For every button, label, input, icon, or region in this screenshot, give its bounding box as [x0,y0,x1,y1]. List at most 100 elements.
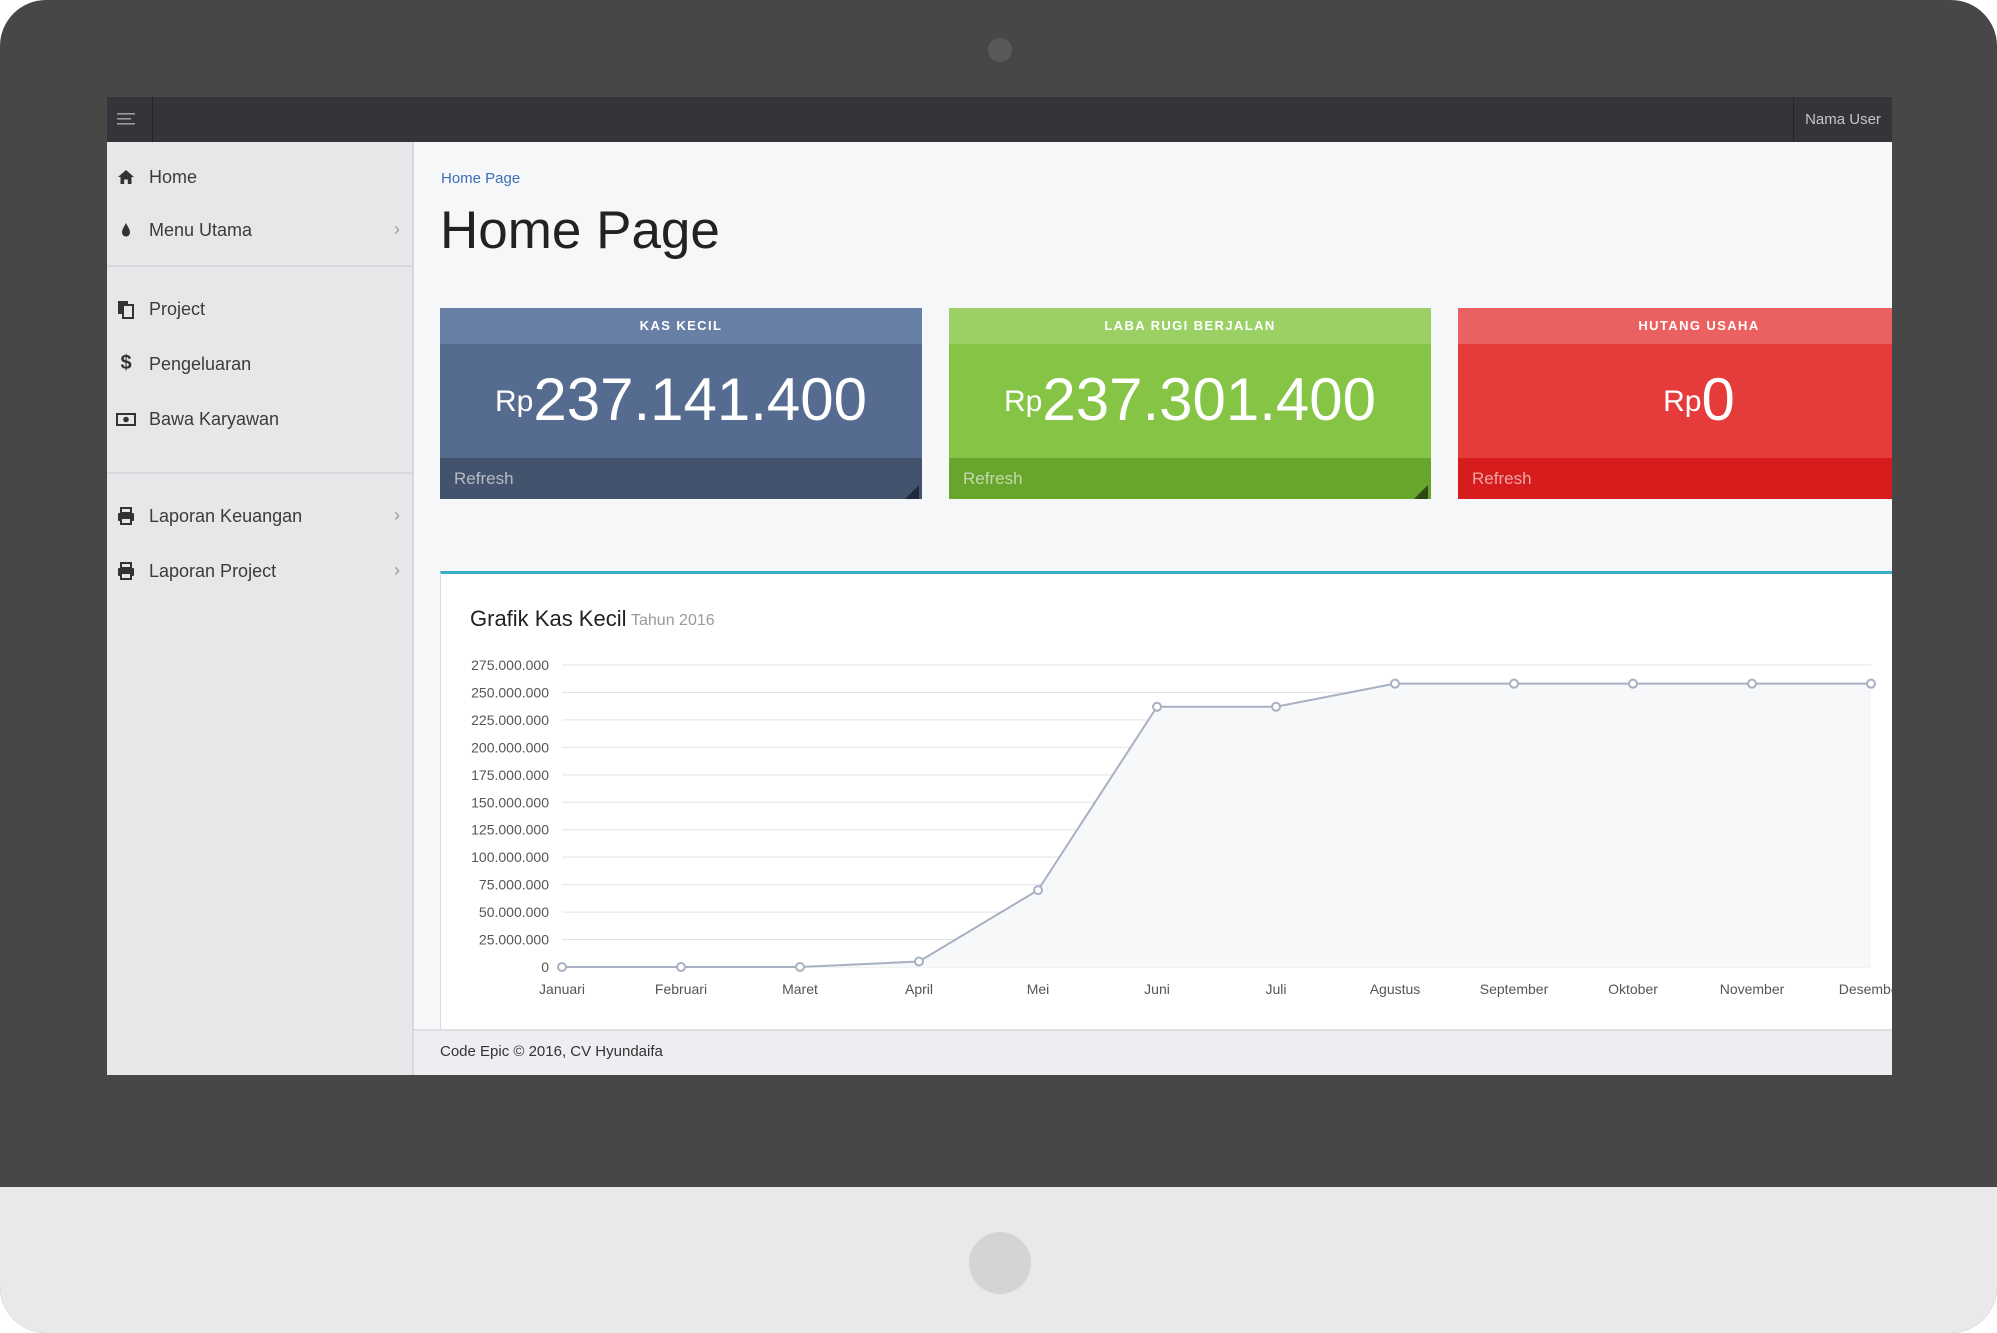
y-tick-label: 75.000.000 [479,877,549,893]
sidebar-item-label: Bawa Karyawan [149,409,280,429]
card-value: Rp237.141.400 [440,364,922,436]
user-menu[interactable]: Nama User [1793,97,1892,142]
sidebar-item-pengeluaran[interactable]: $ Pengeluaran [107,339,412,391]
corner-fold-icon [1414,485,1428,499]
stat-card-hutang-usaha: HUTANG USAHA Rp0 Refresh [1458,308,1892,499]
data-point [1628,678,1638,689]
series-area [562,683,1871,967]
y-tick-label: 275.000.000 [471,657,549,673]
page-title: Home Page [440,201,720,260]
refresh-link[interactable]: Refresh [454,469,514,489]
currency-label: Rp [1663,385,1702,418]
card-body: Rp0 [1458,344,1892,458]
y-tick-label: 200.000.000 [471,739,549,755]
card-amount: 0 [1701,366,1735,433]
top-bar: Nama User [107,97,1892,142]
data-point [795,962,805,972]
y-tick-label: 175.000.000 [471,767,549,783]
sidebar-item-menu-utama[interactable]: Menu Utama › [107,205,412,257]
card-footer: Refresh [1458,458,1892,499]
y-tick-label: 25.000.000 [479,932,549,948]
sidebar: Home Menu Utama › Project $ Pengeluaran [107,142,414,1075]
device-chin [0,1187,1997,1333]
data-point [1271,701,1281,712]
breadcrumb[interactable]: Home Page [441,170,520,187]
x-tick-label: Juli [1265,981,1286,997]
page-footer: Code Epic © 2016, CV Hyundaifa [414,1029,1892,1075]
sidebar-divider [107,472,412,474]
stat-card-kas-kecil: KAS KECIL Rp237.141.400 Refresh [440,308,922,499]
drop-icon [122,223,130,237]
card-title: LABA RUGI BERJALAN [949,308,1431,344]
refresh-link[interactable]: Refresh [1472,469,1532,489]
chevron-right-icon: › [394,505,400,525]
data-point [914,956,924,967]
money-icon [116,413,136,426]
chevron-right-icon: › [394,560,400,580]
data-point [557,962,567,972]
data-point [1509,678,1519,689]
chart-panel: Grafik Kas Kecil Tahun 2016 0 25.000.000 5… [440,571,1892,1034]
data-point [1033,885,1043,896]
sidebar-item-label: Pengeluaran [149,354,252,374]
x-tick-label: November [1720,981,1785,997]
sidebar-item-home[interactable]: Home [107,152,412,204]
sidebar-divider [107,265,412,267]
y-tick-label: 225.000.000 [471,712,549,728]
x-tick-label: Februari [655,981,707,997]
card-footer: Refresh [440,458,922,499]
x-tick-label: Agustus [1370,981,1421,997]
sidebar-item-bawa-karyawan[interactable]: Bawa Karyawan [107,394,412,446]
y-tick-label: 150.000.000 [471,794,549,810]
app-screen: Nama User Home Menu Utama › Project $ Pe… [107,97,1892,1075]
x-tick-label: Januari [539,981,585,997]
card-title: KAS KECIL [440,308,922,344]
camera-icon [988,38,1012,62]
card-value: Rp0 [1458,364,1892,436]
main-content: Home Page Home Page KAS KECIL Rp237.141.… [414,142,1892,1075]
card-amount: 237.301.400 [1042,366,1377,433]
card-footer: Refresh [949,458,1431,499]
sidebar-item-label: Home [149,167,198,187]
x-tick-label: Oktober [1608,981,1658,997]
print-icon [118,507,134,525]
device-frame: Nama User Home Menu Utama › Project $ Pe… [0,0,1997,1333]
y-tick-label: 0 [541,959,549,975]
sidebar-item-project[interactable]: Project [107,284,412,336]
data-point [676,962,686,972]
sidebar-item-label: Project [149,299,206,319]
x-tick-label: April [905,981,933,997]
card-value: Rp237.301.400 [949,364,1431,436]
sidebar-item-laporan-project[interactable]: Laporan Project › [107,546,412,598]
card-title: HUTANG USAHA [1458,308,1892,344]
copy-icon [118,301,134,319]
print-icon [118,562,134,580]
sidebar-item-label: Laporan Keuangan [149,506,303,526]
x-tick-label: Juni [1144,981,1170,997]
x-tick-label: Mei [1027,981,1050,997]
y-tick-label: 250.000.000 [471,684,549,700]
data-point [1866,678,1876,689]
y-tick-label: 50.000.000 [479,904,549,920]
sidebar-item-laporan-keuangan[interactable]: Laporan Keuangan › [107,491,412,543]
y-tick-label: 125.000.000 [471,822,549,838]
x-tick-label: Desember [1839,981,1892,997]
dollar-icon: $ [120,352,132,374]
chevron-right-icon: › [394,219,400,239]
stat-card-laba-rugi: LABA RUGI BERJALAN Rp237.301.400 Refresh [949,308,1431,499]
card-amount: 237.141.400 [533,366,868,433]
data-point [1747,678,1757,689]
home-button-icon [969,1232,1031,1294]
x-tick-label: September [1480,981,1549,997]
copyright-text: Code Epic © 2016, CV Hyundaifa [440,1043,663,1060]
currency-label: Rp [1003,385,1043,418]
card-body: Rp237.141.400 [440,344,922,458]
refresh-link[interactable]: Refresh [963,469,1023,489]
hamburger-icon [117,113,135,125]
corner-fold-icon [905,485,919,499]
sidebar-item-label: Menu Utama [149,220,253,240]
kas-kecil-chart: 0 25.000.000 50.000.000 75.000.000 100.000.0… [471,657,1892,997]
x-tick-label: Maret [782,981,818,997]
menu-toggle-button[interactable] [107,97,153,142]
y-tick-label: 100.000.000 [471,849,549,865]
